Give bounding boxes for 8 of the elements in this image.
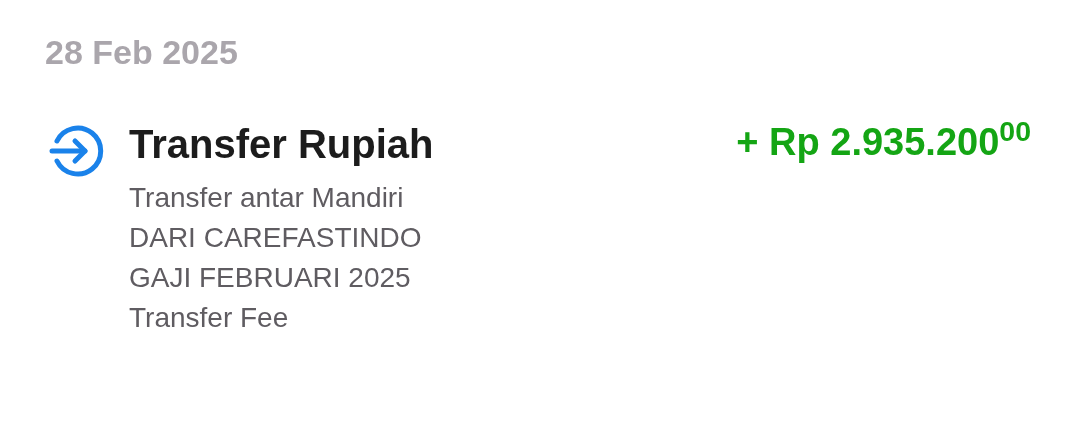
date-heading: 28 Feb 2025	[45, 32, 238, 72]
detail-line: Transfer Fee	[129, 301, 289, 335]
transfer-in-icon	[49, 123, 105, 179]
transaction-amount: + Rp 2.935.200$^{00}$	[736, 118, 1031, 165]
detail-line: DARI CAREFASTINDO	[129, 221, 422, 255]
transaction-title: Transfer Rupiah	[129, 121, 434, 168]
detail-line: GAJI FEBRUARI 2025	[129, 261, 411, 295]
detail-line: Transfer antar Mandiri	[129, 181, 404, 215]
